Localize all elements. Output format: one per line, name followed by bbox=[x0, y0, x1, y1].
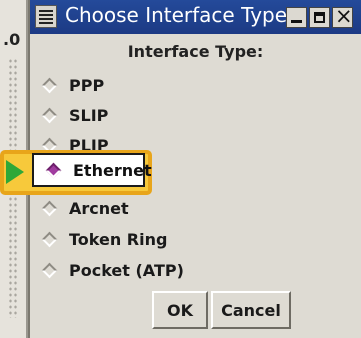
cancel-button[interactable]: Cancel bbox=[211, 291, 291, 329]
radio-indicator-selected bbox=[45, 162, 62, 178]
interface-type-header: Interface Type: bbox=[127, 42, 264, 61]
background-window-text: .0 bbox=[3, 30, 21, 49]
ok-button[interactable]: OK bbox=[152, 291, 208, 329]
close-icon[interactable] bbox=[332, 4, 353, 28]
radio-label: Token Ring bbox=[69, 229, 168, 249]
window-menu-icon[interactable] bbox=[35, 5, 57, 28]
radio-indicator bbox=[41, 200, 58, 216]
dialog-title: Choose Interface Type bbox=[65, 3, 288, 27]
radio-ethernet[interactable]: Ethernet bbox=[42, 156, 152, 184]
radio-label: SLIP bbox=[69, 105, 109, 125]
radio-indicator bbox=[41, 107, 58, 123]
radio-slip[interactable]: SLIP bbox=[38, 101, 108, 129]
radio-indicator bbox=[41, 77, 58, 93]
minimize-icon[interactable] bbox=[286, 7, 307, 28]
title-bar[interactable]: Choose Interface Type bbox=[30, 0, 361, 34]
pointer-arrow-icon bbox=[6, 160, 24, 184]
radio-indicator bbox=[41, 262, 58, 278]
radio-label: Pocket (ATP) bbox=[69, 260, 184, 280]
radio-label: Arcnet bbox=[69, 198, 129, 218]
radio-label: PPP bbox=[69, 75, 105, 95]
maximize-icon[interactable] bbox=[309, 7, 330, 28]
radio-token-ring[interactable]: Token Ring bbox=[38, 225, 167, 253]
radio-arcnet[interactable]: Arcnet bbox=[38, 194, 129, 222]
radio-ppp[interactable]: PPP bbox=[38, 71, 104, 99]
radio-label: Ethernet bbox=[73, 160, 152, 180]
radio-pocket-atp[interactable]: Pocket (ATP) bbox=[38, 256, 184, 284]
radio-indicator bbox=[41, 231, 58, 247]
